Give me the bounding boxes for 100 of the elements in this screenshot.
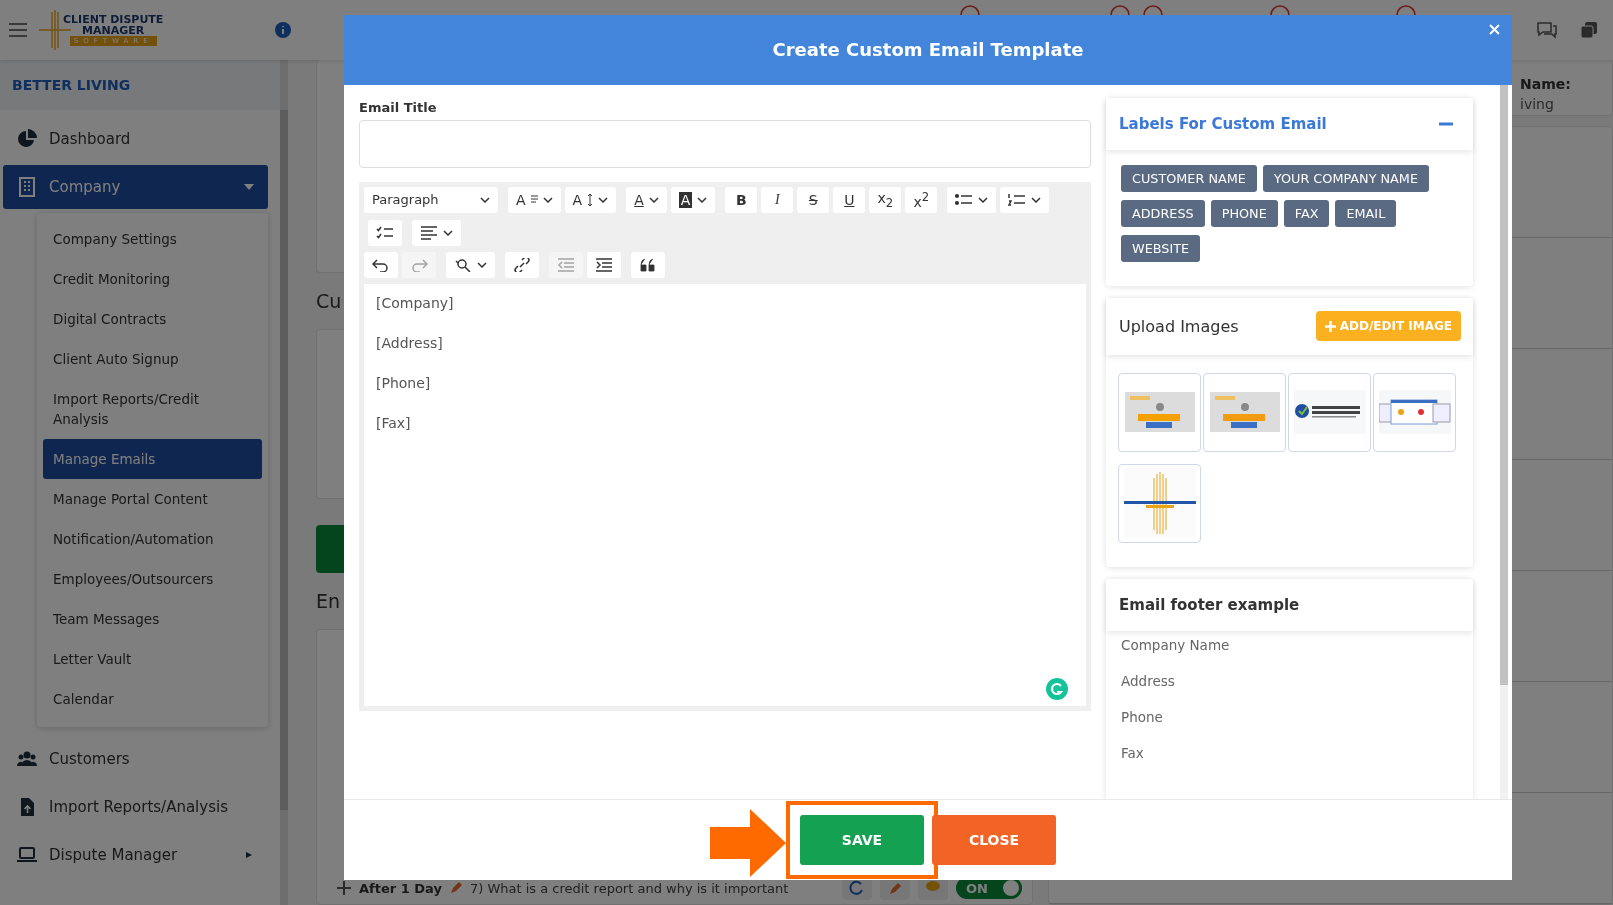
- scrollbar[interactable]: [1500, 84, 1508, 800]
- label-tag[interactable]: WEBSITE: [1121, 234, 1201, 262]
- footer-line: Address: [1121, 672, 1176, 689]
- submenu-item[interactable]: Digital Contracts: [43, 299, 262, 339]
- sidebar-item[interactable]: Import Reports/Analysis: [3, 785, 268, 829]
- submenu-item[interactable]: Employees/Outsourcers: [43, 559, 262, 599]
- label-tag[interactable]: FAX: [1283, 199, 1330, 227]
- email-subject: 7) What is a credit report and why is it important: [469, 880, 789, 896]
- menu-icon[interactable]: [9, 23, 27, 37]
- users-icon: [17, 749, 37, 769]
- image-thumbnail[interactable]: [1288, 372, 1371, 452]
- label-tag[interactable]: CUSTOMER NAME: [1121, 164, 1257, 192]
- image-thumbnail[interactable]: [1203, 372, 1286, 452]
- find-replace-button[interactable]: [446, 251, 495, 278]
- submenu-item[interactable]: Manage Portal Content: [43, 479, 262, 519]
- image-thumbnail[interactable]: [1373, 372, 1456, 452]
- find-icon: [454, 257, 472, 272]
- field-label: Email Title: [359, 99, 438, 115]
- card-title: Upload Images: [1119, 316, 1239, 336]
- font-size-button[interactable]: A: [564, 186, 617, 213]
- link-button[interactable]: [505, 251, 539, 278]
- section-heading: Cu: [316, 290, 342, 312]
- body-text: [Company]: [376, 293, 455, 313]
- redo-icon: [410, 257, 428, 272]
- pie-chart-icon: [17, 129, 37, 149]
- caret-icon: [480, 196, 490, 203]
- italic-button[interactable]: I: [761, 186, 794, 213]
- indent-icon: [595, 257, 613, 272]
- submenu-item[interactable]: Manage Emails: [43, 439, 262, 479]
- sidebar-item[interactable]: Dispute Manager: [3, 833, 268, 877]
- account-name: BETTER LIVING: [0, 60, 280, 110]
- notification-badge-icon: [960, 4, 980, 16]
- subscript-button[interactable]: x$_{2}$: [869, 186, 902, 213]
- laptop-icon: [17, 845, 37, 865]
- submenu-item[interactable]: Team Messages: [43, 599, 262, 639]
- sidebar-item[interactable]: Company: [3, 165, 268, 209]
- align-button[interactable]: [412, 219, 461, 246]
- label-tag[interactable]: EMAIL: [1335, 199, 1397, 227]
- body-text: [Phone]: [376, 373, 432, 393]
- caret-icon: [598, 196, 609, 203]
- numbered-list-button[interactable]: [1000, 186, 1050, 213]
- info-icon[interactable]: [275, 22, 292, 38]
- footer-line: Company Name: [1121, 636, 1231, 653]
- sidebar-item[interactable]: Customers: [3, 737, 268, 781]
- email-title-field[interactable]: [359, 119, 1091, 168]
- card-title: Labels For Custom Email: [1119, 114, 1327, 133]
- copy-icon[interactable]: [1580, 21, 1598, 39]
- bullet-list-button[interactable]: [947, 186, 997, 213]
- lines-icon: [530, 194, 538, 205]
- chat-icon[interactable]: [1536, 20, 1558, 40]
- image-thumbnail[interactable]: [1118, 372, 1201, 452]
- numbers-icon: [1008, 192, 1027, 207]
- submenu-item[interactable]: Company Settings: [43, 219, 262, 259]
- submenu-item[interactable]: Letter Vault: [43, 639, 262, 679]
- todo-list-button[interactable]: [368, 219, 402, 246]
- scrollbar[interactable]: [280, 60, 288, 905]
- label-tag[interactable]: YOUR COMPANY NAME: [1262, 164, 1429, 192]
- email-body-editor[interactable]: [Company] [Address] [Phone] [Fax]: [364, 283, 1086, 707]
- submenu-item[interactable]: Calendar: [43, 679, 262, 719]
- undo-icon: [372, 257, 390, 272]
- bold-button[interactable]: B: [725, 186, 758, 213]
- block-format-dropdown[interactable]: Paragraph: [364, 186, 498, 213]
- notification-badge-icon: [1270, 4, 1290, 16]
- superscript-button[interactable]: x$^{2}$: [905, 186, 938, 213]
- plus-icon: [1324, 320, 1336, 332]
- delay-label: After 1 Day: [359, 880, 442, 896]
- quote-icon: [639, 257, 657, 272]
- field-value: iving: [1520, 96, 1554, 112]
- body-text: [Address]: [376, 333, 444, 353]
- link-icon: [513, 257, 531, 272]
- logo-text: CLIENT DISPUTE: [63, 14, 164, 25]
- quote-button[interactable]: [631, 251, 665, 278]
- submenu-item[interactable]: Import Reports/Credit Analysis: [43, 379, 262, 439]
- caret-icon: [477, 261, 487, 268]
- caret-icon: [542, 196, 553, 203]
- notification-badge-icon: [1396, 4, 1416, 16]
- highlight-button[interactable]: A: [670, 186, 716, 213]
- indent-button[interactable]: [587, 251, 621, 278]
- footer-line: Fax: [1121, 744, 1145, 761]
- label-tag[interactable]: PHONE: [1210, 199, 1278, 227]
- close-button[interactable]: CLOSE: [932, 815, 1056, 866]
- submenu-item[interactable]: Credit Monitoring: [43, 259, 262, 299]
- dialog-title: Create Custom Email Template: [772, 39, 1084, 61]
- notification-badge-icon: [1110, 4, 1130, 16]
- submenu-item[interactable]: Client Auto Signup: [43, 339, 262, 379]
- save-button[interactable]: SAVE: [800, 815, 924, 866]
- sidebar-item[interactable]: Dashboard: [3, 117, 268, 161]
- submenu-item[interactable]: Notification/Automation: [43, 519, 262, 559]
- move-icon[interactable]: [337, 881, 351, 895]
- font-family-button[interactable]: A: [508, 186, 561, 213]
- outdent-icon: [557, 257, 575, 272]
- label-tag[interactable]: ADDRESS: [1121, 199, 1205, 227]
- up-down-arrow-icon: [587, 192, 594, 207]
- underline-button[interactable]: U: [833, 186, 866, 213]
- close-icon[interactable]: [1489, 24, 1500, 35]
- footer-line: Phone: [1121, 708, 1164, 725]
- font-color-button[interactable]: A: [626, 186, 667, 213]
- body-text: [Fax]: [376, 413, 412, 433]
- undo-button[interactable]: [364, 251, 398, 278]
- strikethrough-button[interactable]: S: [797, 186, 830, 213]
